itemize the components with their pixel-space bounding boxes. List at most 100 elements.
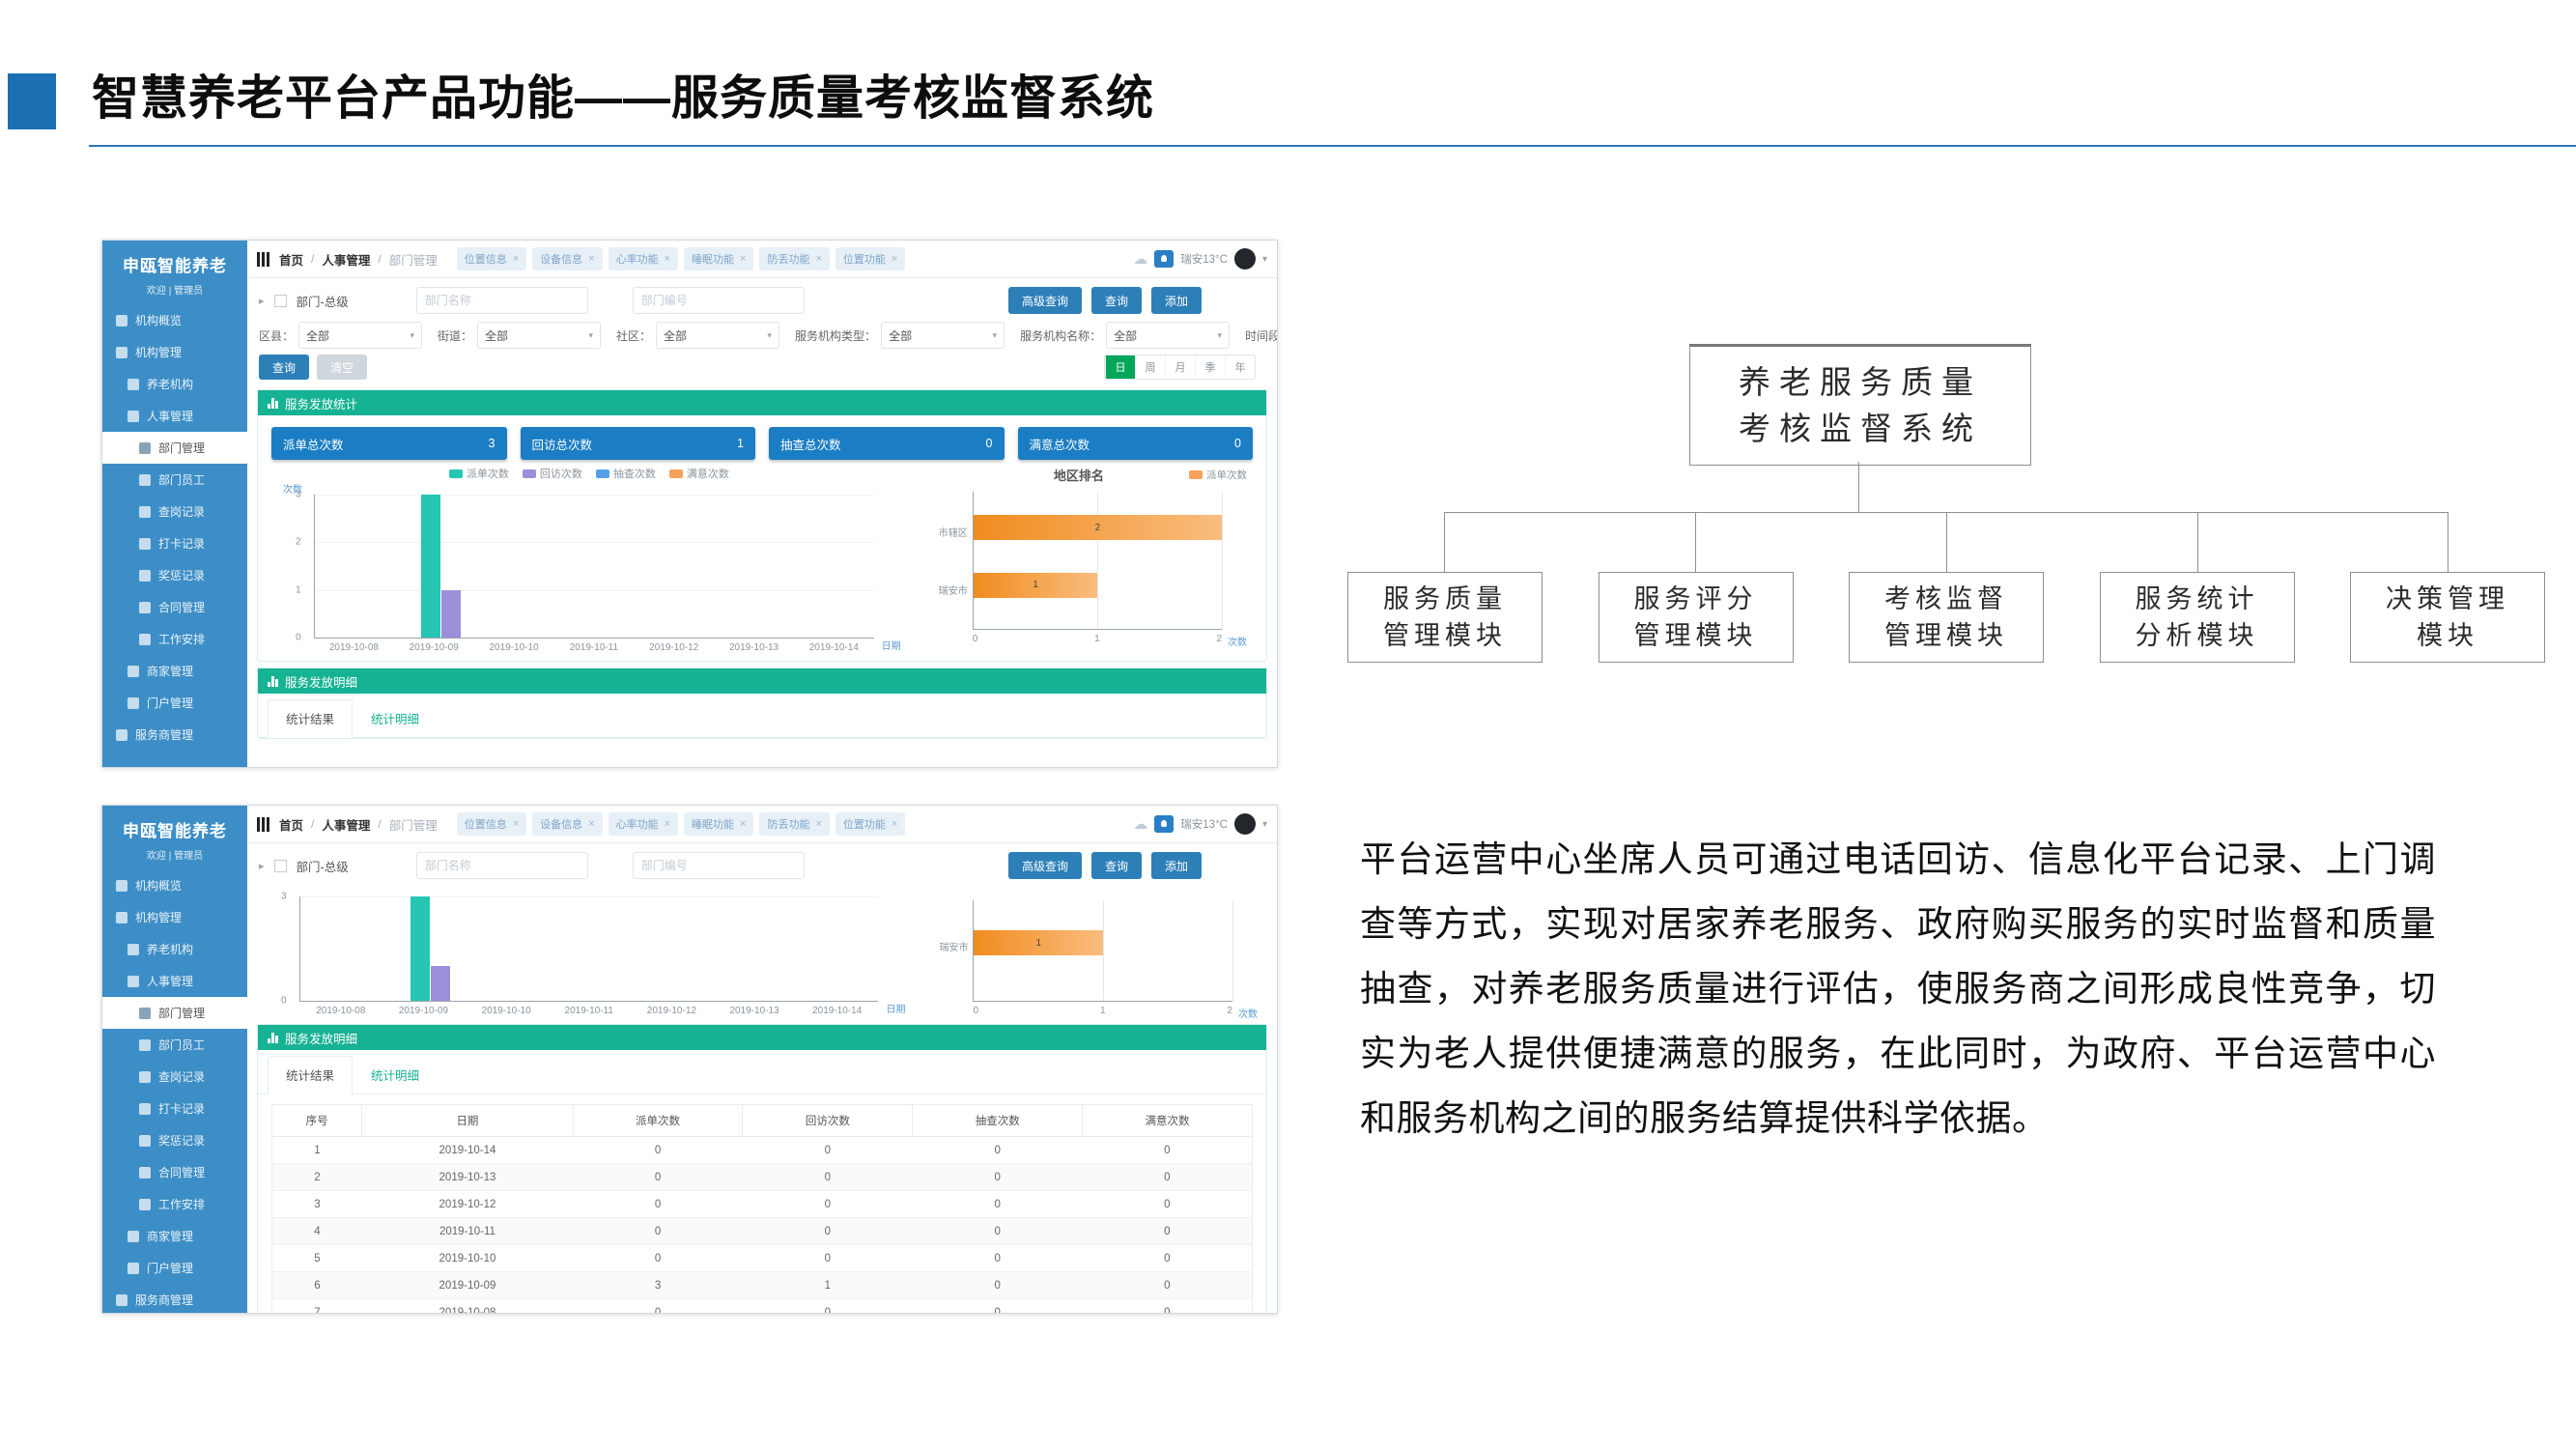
notification-icon[interactable]: [1154, 815, 1174, 833]
tab-statistics-detail[interactable]: 统计明细: [353, 1056, 438, 1094]
avatar[interactable]: [1234, 813, 1256, 835]
chevron-down-icon[interactable]: ▾: [1262, 819, 1267, 830]
sidebar-item[interactable]: 部门管理: [102, 432, 247, 464]
breadcrumb-home[interactable]: 首页: [279, 250, 303, 269]
tree-expand-icon[interactable]: ▸: [259, 295, 265, 307]
filter-select[interactable]: 区县： 全部 ▾: [259, 322, 422, 349]
menu-toggle-icon[interactable]: [257, 252, 269, 267]
tab-chip[interactable]: 防丢功能 ×: [759, 812, 829, 836]
table-header-cell[interactable]: 回访次数: [743, 1105, 913, 1137]
advanced-search-button[interactable]: 高级查询: [1008, 287, 1082, 314]
tab-chip[interactable]: 位置功能 ×: [835, 812, 905, 836]
period-segment[interactable]: 月: [1165, 355, 1195, 379]
close-icon[interactable]: ×: [815, 253, 821, 265]
tab-chip[interactable]: 设备信息 ×: [532, 812, 602, 836]
tab-chip[interactable]: 心率功能 ×: [609, 812, 678, 836]
sidebar-item[interactable]: 养老机构: [102, 933, 247, 965]
tree-expand-icon[interactable]: ▸: [259, 860, 265, 872]
sidebar-item[interactable]: 查岗记录: [102, 1061, 247, 1093]
sidebar-item[interactable]: 合同管理: [102, 1156, 247, 1188]
add-button[interactable]: 添加: [1151, 287, 1202, 314]
table-header-cell[interactable]: 满意次数: [1083, 1105, 1253, 1137]
table-row[interactable]: 3 2019-10-12 0 0 0 0: [272, 1191, 1253, 1218]
table-row[interactable]: 7 2019-10-08 0 0 0 0: [272, 1299, 1253, 1315]
tree-checkbox[interactable]: [274, 860, 287, 872]
table-header-cell[interactable]: 抽查次数: [913, 1105, 1083, 1137]
sidebar-item[interactable]: 部门员工: [102, 1029, 247, 1061]
legend-item[interactable]: 满意次数: [669, 466, 729, 481]
table-row[interactable]: 6 2019-10-09 3 1 0 0: [272, 1272, 1253, 1299]
filter-select-value[interactable]: 全部 ▾: [656, 322, 779, 349]
tab-chip[interactable]: 睡眠功能 ×: [684, 812, 753, 836]
sidebar-item[interactable]: 部门员工: [102, 464, 247, 496]
close-icon[interactable]: ×: [815, 818, 821, 830]
table-row[interactable]: 1 2019-10-14 0 0 0 0: [272, 1137, 1253, 1164]
dept-name-input[interactable]: [416, 852, 588, 879]
add-button[interactable]: 添加: [1151, 852, 1202, 879]
sidebar-item[interactable]: 商家管理: [102, 1220, 247, 1252]
sidebar-item[interactable]: 机构概览: [102, 869, 247, 901]
search-button[interactable]: 查询: [1091, 852, 1142, 879]
sidebar-item[interactable]: 机构管理: [102, 336, 247, 368]
sidebar-item[interactable]: 养老机构: [102, 368, 247, 400]
close-icon[interactable]: ×: [892, 818, 897, 830]
close-icon[interactable]: ×: [588, 818, 594, 830]
sidebar-item[interactable]: 合同管理: [102, 591, 247, 623]
filter-select[interactable]: 社区： 全部 ▾: [616, 322, 779, 349]
table-header-cell[interactable]: 序号: [272, 1105, 362, 1137]
tab-chip[interactable]: 位置功能 ×: [835, 247, 905, 270]
tab-chip[interactable]: 设备信息 ×: [532, 247, 602, 270]
tab-chip[interactable]: 位置信息 ×: [457, 812, 526, 836]
period-segment[interactable]: 日: [1105, 355, 1135, 379]
clear-button[interactable]: 清空: [317, 355, 367, 380]
breadcrumb-home[interactable]: 首页: [279, 815, 303, 834]
query-button[interactable]: 查询: [259, 355, 309, 380]
close-icon[interactable]: ×: [665, 253, 670, 265]
close-icon[interactable]: ×: [892, 253, 897, 265]
bar-dispatch-count[interactable]: [410, 896, 430, 1001]
table-header-cell[interactable]: 派单次数: [573, 1105, 743, 1137]
tab-chip[interactable]: 心率功能 ×: [609, 247, 678, 270]
close-icon[interactable]: ×: [740, 253, 746, 265]
table-row[interactable]: 4 2019-10-11 0 0 0 0: [272, 1218, 1253, 1245]
filter-select-value[interactable]: 全部 ▾: [298, 322, 422, 349]
stat-card[interactable]: 满意总次数 0: [1018, 427, 1254, 460]
avatar[interactable]: [1234, 248, 1256, 270]
rank-bar[interactable]: 1: [974, 573, 1098, 598]
filter-select[interactable]: 服务机构名称： 全部 ▾: [1020, 322, 1230, 349]
close-icon[interactable]: ×: [740, 818, 746, 830]
table-row[interactable]: 5 2019-10-10 0 0 0 0: [272, 1245, 1253, 1272]
tab-statistics-result[interactable]: 统计结果: [268, 1056, 353, 1094]
table-row[interactable]: 2 2019-10-13 0 0 0 0: [272, 1164, 1253, 1191]
legend-item[interactable]: 抽查次数: [596, 466, 656, 481]
sidebar-item[interactable]: 机构概览: [102, 304, 247, 336]
bar-callback-count[interactable]: [441, 590, 461, 638]
filter-select-value[interactable]: 全部 ▾: [881, 322, 1005, 349]
close-icon[interactable]: ×: [665, 818, 670, 830]
period-segment[interactable]: 季: [1195, 355, 1225, 379]
sidebar-item[interactable]: 工作安排: [102, 623, 247, 655]
sidebar-item[interactable]: 门户管理: [102, 687, 247, 719]
period-segment[interactable]: 年: [1225, 355, 1255, 379]
tree-checkbox[interactable]: [274, 295, 287, 307]
sidebar-item[interactable]: 商家管理: [102, 655, 247, 687]
chevron-down-icon[interactable]: ▾: [1262, 254, 1267, 265]
close-icon[interactable]: ×: [513, 818, 519, 830]
tab-chip[interactable]: 睡眠功能 ×: [684, 247, 753, 270]
tree-root-label[interactable]: 部门-总级: [297, 292, 349, 310]
menu-toggle-icon[interactable]: [257, 817, 269, 832]
notification-icon[interactable]: [1154, 250, 1174, 268]
sidebar-item[interactable]: 查岗记录: [102, 496, 247, 527]
dept-code-input[interactable]: [633, 852, 805, 879]
tab-chip[interactable]: 位置信息 ×: [457, 247, 526, 270]
stat-card[interactable]: 回访总次数 1: [521, 427, 756, 460]
sidebar-item[interactable]: 门户管理: [102, 1252, 247, 1284]
rank-bar[interactable]: 2: [974, 515, 1222, 540]
tab-statistics-detail[interactable]: 统计明细: [353, 699, 438, 737]
tree-root-label[interactable]: 部门-总级: [297, 857, 349, 875]
tab-statistics-result[interactable]: 统计结果: [268, 699, 353, 738]
sidebar-item[interactable]: 服务商管理: [102, 1284, 247, 1314]
legend-item[interactable]: 派单次数: [449, 466, 509, 481]
table-header-cell[interactable]: 日期: [362, 1105, 573, 1137]
close-icon[interactable]: ×: [588, 253, 594, 265]
